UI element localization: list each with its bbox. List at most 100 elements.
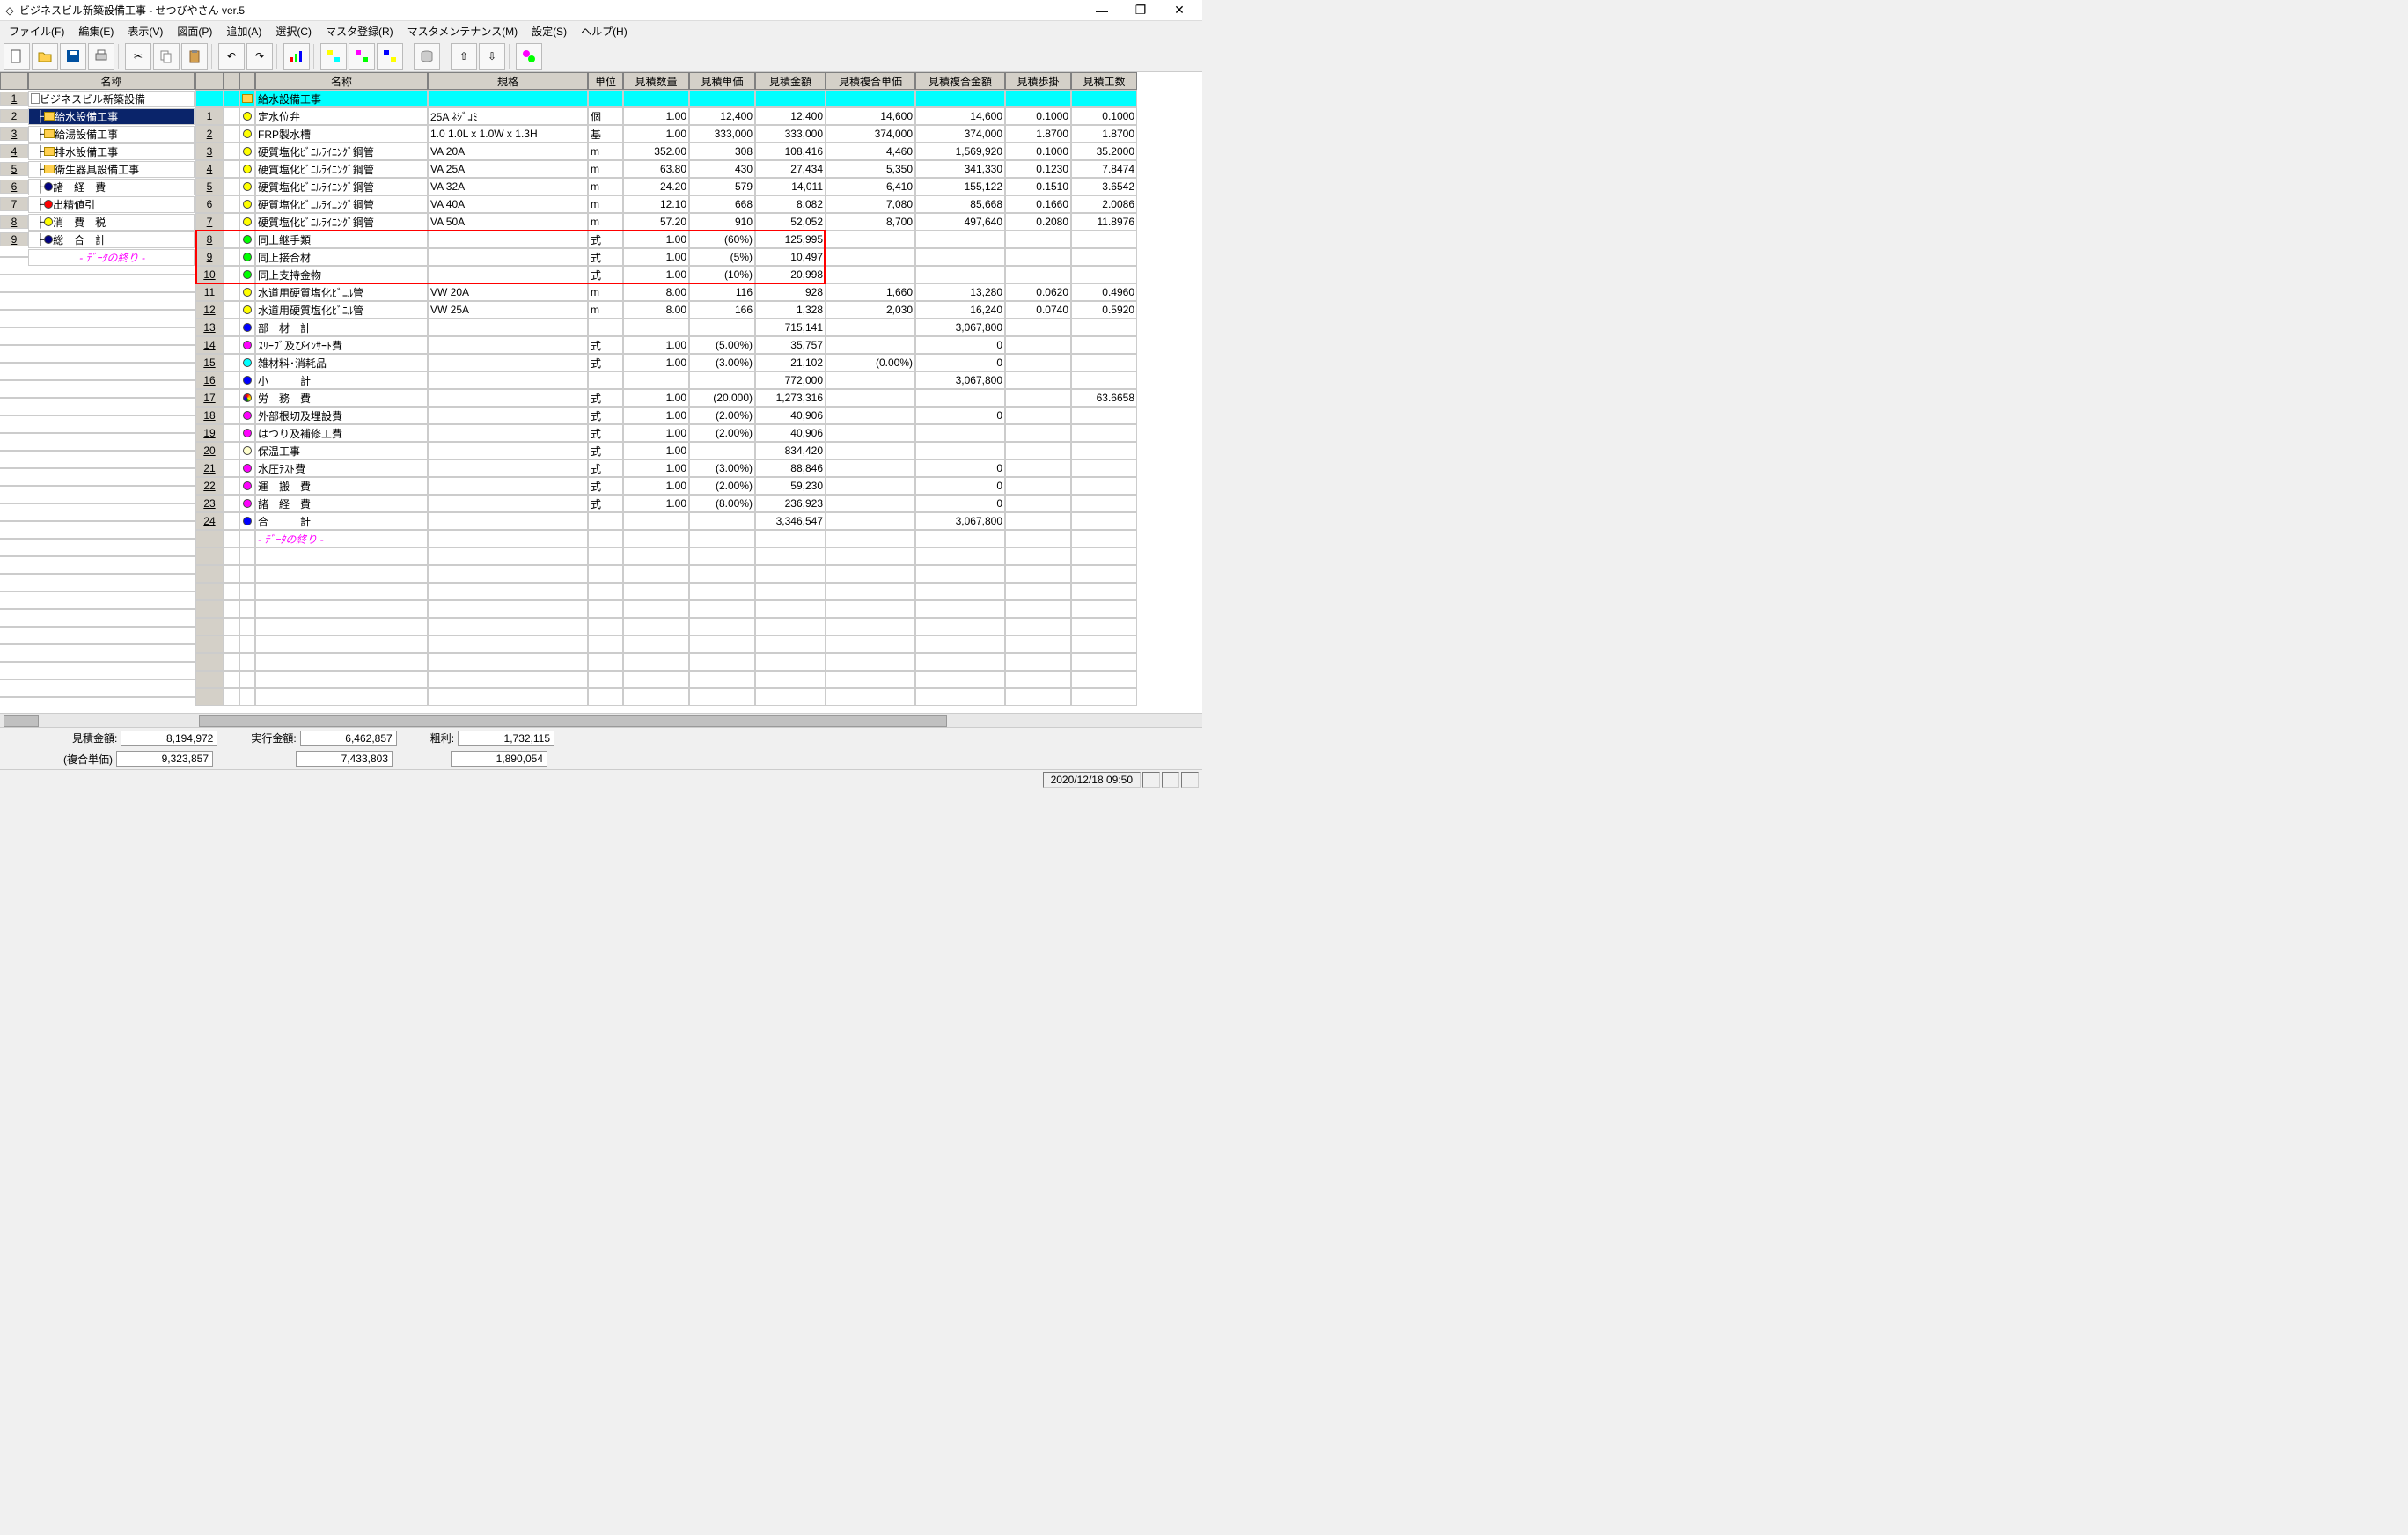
grid-cell[interactable]: [826, 653, 915, 671]
minimize-button[interactable]: ―: [1083, 1, 1121, 20]
grid-cell[interactable]: [239, 213, 255, 231]
grid-row[interactable]: 13部 材 計715,1413,067,800: [195, 319, 1202, 336]
grid-cell[interactable]: 20,998: [755, 266, 826, 283]
grid-cell[interactable]: (5.00%): [689, 336, 755, 354]
grid-cell[interactable]: 1.8700: [1005, 125, 1071, 143]
grid-cell[interactable]: [588, 583, 623, 600]
copy-button[interactable]: [153, 43, 180, 70]
grid-cell[interactable]: [588, 371, 623, 389]
grid-cell[interactable]: (2.00%): [689, 424, 755, 442]
grid-cell[interactable]: [826, 424, 915, 442]
grid-cell[interactable]: [826, 459, 915, 477]
grid-cell[interactable]: [915, 442, 1005, 459]
grid-cell[interactable]: [588, 530, 623, 547]
tool-a-button[interactable]: [320, 43, 347, 70]
menu-item[interactable]: 図面(P): [170, 22, 219, 40]
grid-cell[interactable]: [689, 90, 755, 107]
grid-row[interactable]: 17労 務 費式1.00(20,000)1,273,31663.6658: [195, 389, 1202, 407]
grid-cell[interactable]: [1005, 512, 1071, 530]
grid-cell[interactable]: 0.1510: [1005, 178, 1071, 195]
grid-cell[interactable]: [195, 565, 224, 583]
grid-cell[interactable]: [255, 547, 428, 565]
grid-cell[interactable]: 硬質塩化ﾋﾞﾆﾙﾗｲﾆﾝｸﾞ鋼管: [255, 178, 428, 195]
grid-cell[interactable]: VW 25A: [428, 301, 588, 319]
grid-cell[interactable]: [224, 389, 239, 407]
grid-cell[interactable]: 基: [588, 125, 623, 143]
grid-cell[interactable]: 定水位弁: [255, 107, 428, 125]
grid-cell[interactable]: [1071, 354, 1137, 371]
grid-cell[interactable]: [255, 618, 428, 635]
menu-item[interactable]: マスタメンテナンス(M): [400, 22, 525, 40]
grid-cell[interactable]: [255, 583, 428, 600]
grid-cell[interactable]: [623, 512, 689, 530]
grid-cell[interactable]: 352.00: [623, 143, 689, 160]
grid-cell[interactable]: 12,400: [755, 107, 826, 125]
grid-cell[interactable]: [1005, 248, 1071, 266]
grid-cell[interactable]: m: [588, 143, 623, 160]
grid-cell[interactable]: [255, 688, 428, 706]
grid-cell[interactable]: 35.2000: [1071, 143, 1137, 160]
grid-cell[interactable]: 63.6658: [1071, 389, 1137, 407]
col-header-uprice[interactable]: 見積単価: [689, 72, 755, 90]
grid-cell[interactable]: [428, 671, 588, 688]
grid-cell[interactable]: 12: [195, 301, 224, 319]
menu-item[interactable]: 設定(S): [525, 22, 574, 40]
grid-cell[interactable]: [224, 600, 239, 618]
grid-cell[interactable]: 1.00: [623, 107, 689, 125]
grid-cell[interactable]: 1.0 1.0L x 1.0W x 1.3H: [428, 125, 588, 143]
grid-cell[interactable]: [195, 653, 224, 671]
grid-cell[interactable]: [428, 688, 588, 706]
grid-cell[interactable]: (3.00%): [689, 354, 755, 371]
grid-cell[interactable]: m: [588, 195, 623, 213]
grid-cell[interactable]: [915, 547, 1005, 565]
grid-cell[interactable]: [755, 618, 826, 635]
grid-cell[interactable]: [623, 319, 689, 336]
grid-cell[interactable]: 式: [588, 424, 623, 442]
grid-cell[interactable]: [1005, 459, 1071, 477]
grid-cell[interactable]: 430: [689, 160, 755, 178]
grid-cell[interactable]: 7,080: [826, 195, 915, 213]
grid-cell[interactable]: [224, 319, 239, 336]
grid-cell[interactable]: 668: [689, 195, 755, 213]
grid-cell[interactable]: 諸 経 費: [255, 495, 428, 512]
grid-cell[interactable]: 1.00: [623, 442, 689, 459]
grid-cell[interactable]: [428, 495, 588, 512]
tree-row[interactable]: 2 ├ 給水設備工事: [0, 107, 195, 125]
grid-row[interactable]: 14ｽﾘｰﾌﾞ及びｲﾝｻｰﾄ費式1.00(5.00%)35,7570: [195, 336, 1202, 354]
grid-cell[interactable]: [239, 125, 255, 143]
grid-cell[interactable]: [239, 688, 255, 706]
grid-row[interactable]: 24合 計3,346,5473,067,800: [195, 512, 1202, 530]
grid-cell[interactable]: 0: [915, 477, 1005, 495]
grid-cell[interactable]: [224, 583, 239, 600]
grid-cell[interactable]: [224, 90, 239, 107]
grid-cell[interactable]: 式: [588, 459, 623, 477]
grid-cell[interactable]: [915, 688, 1005, 706]
grid-cell[interactable]: [755, 671, 826, 688]
grid-cell[interactable]: (8.00%): [689, 495, 755, 512]
grid-cell[interactable]: [689, 319, 755, 336]
grid-cell[interactable]: 5: [195, 178, 224, 195]
grid-cell[interactable]: (0.00%): [826, 354, 915, 371]
grid-cell[interactable]: 7: [195, 213, 224, 231]
grid-cell[interactable]: [239, 178, 255, 195]
grid-cell[interactable]: 308: [689, 143, 755, 160]
grid-cell[interactable]: [623, 530, 689, 547]
grid-cell[interactable]: [224, 407, 239, 424]
grid-cell[interactable]: [915, 266, 1005, 283]
grid-cell[interactable]: [428, 459, 588, 477]
grid-cell[interactable]: 雑材料･消耗品: [255, 354, 428, 371]
grid-cell[interactable]: [239, 635, 255, 653]
grid-cell[interactable]: 24: [195, 512, 224, 530]
grid-cell[interactable]: 2,030: [826, 301, 915, 319]
grid-cell[interactable]: 式: [588, 442, 623, 459]
grid-cell[interactable]: 10: [195, 266, 224, 283]
grid-cell[interactable]: [826, 90, 915, 107]
grid-cell[interactable]: [588, 600, 623, 618]
tree-row[interactable]: 4 ├ 排水設備工事: [0, 143, 195, 160]
grid-cell[interactable]: [239, 336, 255, 354]
grid-cell[interactable]: 52,052: [755, 213, 826, 231]
grid-cell[interactable]: [1071, 231, 1137, 248]
grid-cell[interactable]: VA 32A: [428, 178, 588, 195]
close-button[interactable]: ✕: [1160, 1, 1199, 20]
grid-cell[interactable]: [428, 442, 588, 459]
